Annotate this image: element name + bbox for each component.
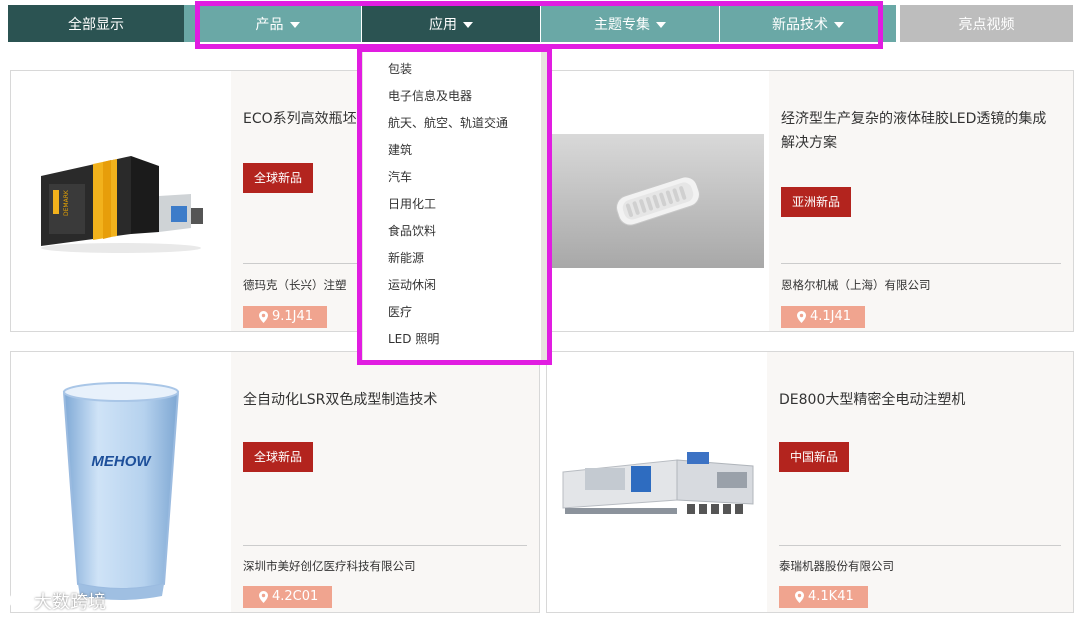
- booth-badge: 4.2C01: [243, 586, 333, 608]
- cup-image: MEHOW: [62, 382, 180, 600]
- nav-new-tech-label: 新品技术: [772, 16, 828, 33]
- injection-machine-image: DEMARK: [41, 156, 203, 253]
- company-name[interactable]: 深圳市美好创亿医疗科技有限公司: [243, 558, 529, 574]
- company-name[interactable]: 恩格尔机械（上海）有限公司: [781, 277, 1063, 293]
- booth-number: 9.1J41: [272, 309, 314, 324]
- product-title[interactable]: 经济型生产复杂的液体硅胶LED透镜的集成解决方案: [781, 107, 1059, 155]
- nav-topics[interactable]: 主题专集: [541, 5, 720, 42]
- chevron-down-icon: [289, 21, 300, 28]
- svg-text:MEHOW: MEHOW: [91, 453, 152, 470]
- product-card[interactable]: MEHOW 全自动化LSR双色成型制造技术 全球新品 深圳市美好创亿医疗科技有限…: [10, 351, 540, 613]
- map-pin-icon: [795, 591, 804, 603]
- dropdown-item-new-energy[interactable]: 新能源: [388, 249, 424, 266]
- nav-applications-label: 应用: [429, 16, 457, 33]
- product-image: DEMARK: [11, 71, 231, 331]
- dropdown-item-aerospace[interactable]: 航天、航空、轨道交通: [388, 114, 508, 131]
- dropdown-item-led[interactable]: LED 照明: [388, 330, 439, 347]
- product-card[interactable]: 经济型生产复杂的液体硅胶LED透镜的集成解决方案 亚洲新品 恩格尔机械（上海）有…: [546, 70, 1074, 332]
- nav-products[interactable]: 产品: [194, 5, 362, 42]
- led-lens-image: [552, 134, 764, 268]
- chevron-down-icon: [463, 21, 473, 28]
- product-title[interactable]: 全自动化LSR双色成型制造技术: [243, 388, 525, 412]
- nav-new-tech[interactable]: 新品技术: [720, 5, 896, 42]
- booth-badge: 9.1J41: [243, 306, 328, 328]
- chevron-down-icon: [656, 21, 666, 28]
- status-badge: 全球新品: [243, 163, 314, 193]
- product-info: 全自动化LSR双色成型制造技术 全球新品 深圳市美好创亿医疗科技有限公司 4.2…: [231, 352, 539, 612]
- product-image: MEHOW: [11, 352, 231, 612]
- booth-number: 4.1K41: [808, 589, 854, 604]
- dropdown-panel: 包装 电子信息及电器 航天、航空、轨道交通 建筑 汽车 日用化工 食品饮料 新能…: [362, 52, 547, 360]
- status-badge: 亚洲新品: [781, 187, 852, 217]
- dropdown-item-sports[interactable]: 运动休闲: [388, 276, 436, 293]
- dropdown-item-construction[interactable]: 建筑: [388, 141, 412, 158]
- booth-badge: 4.1J41: [781, 306, 866, 328]
- nav-show-all[interactable]: 全部显示: [8, 5, 184, 42]
- nav-videos-label: 亮点视频: [958, 16, 1015, 33]
- product-info: 经济型生产复杂的液体硅胶LED透镜的集成解决方案 亚洲新品 恩格尔机械（上海）有…: [769, 71, 1073, 331]
- booth-number: 4.1J41: [810, 309, 852, 324]
- divider: [243, 545, 527, 546]
- product-image: [547, 71, 769, 331]
- dropdown-item-chemicals[interactable]: 日用化工: [388, 195, 436, 212]
- watermark-logo-icon: [9, 593, 30, 608]
- dropdown-item-packaging[interactable]: 包装: [388, 60, 412, 77]
- top-nav: 全部显示 产品 应用 主题专集 新品技术 亮点视频: [8, 5, 1073, 42]
- electric-machine-image: [562, 452, 754, 514]
- svg-text:DEMARK: DEMARK: [63, 189, 70, 216]
- booth-badge: 4.1K41: [779, 586, 868, 608]
- watermark-text: 大数跨境: [34, 592, 106, 613]
- nav-gap: [184, 5, 194, 42]
- product-card[interactable]: DE800大型精密全电动注塑机 中国新品 泰瑞机器股份有限公司 4.1K41: [546, 351, 1074, 613]
- booth-number: 4.2C01: [272, 589, 319, 604]
- nav-applications[interactable]: 应用: [362, 5, 541, 42]
- divider: [779, 545, 1061, 546]
- divider: [781, 263, 1061, 264]
- dropdown-item-automotive[interactable]: 汽车: [388, 168, 412, 185]
- product-image: [547, 352, 767, 612]
- nav-topics-label: 主题专集: [594, 16, 650, 33]
- product-title[interactable]: DE800大型精密全电动注塑机: [779, 388, 1059, 412]
- chevron-down-icon: [834, 21, 844, 28]
- product-info: DE800大型精密全电动注塑机 中国新品 泰瑞机器股份有限公司 4.1K41: [767, 352, 1073, 612]
- company-name[interactable]: 泰瑞机器股份有限公司: [779, 558, 1063, 574]
- dropdown-item-medical[interactable]: 医疗: [388, 303, 412, 320]
- nav-videos[interactable]: 亮点视频: [900, 5, 1073, 42]
- watermark: 大数跨境: [8, 588, 106, 614]
- nav-show-all-label: 全部显示: [68, 16, 124, 33]
- map-pin-icon: [259, 311, 268, 323]
- status-badge: 全球新品: [243, 442, 314, 472]
- nav-products-label: 产品: [255, 16, 284, 33]
- dropdown-item-electronics[interactable]: 电子信息及电器: [388, 87, 472, 104]
- status-badge: 中国新品: [779, 442, 850, 472]
- map-pin-icon: [259, 591, 268, 603]
- applications-dropdown: 包装 电子信息及电器 航天、航空、轨道交通 建筑 汽车 日用化工 食品饮料 新能…: [357, 47, 552, 365]
- map-pin-icon: [797, 311, 806, 323]
- dropdown-item-food[interactable]: 食品饮料: [388, 222, 436, 239]
